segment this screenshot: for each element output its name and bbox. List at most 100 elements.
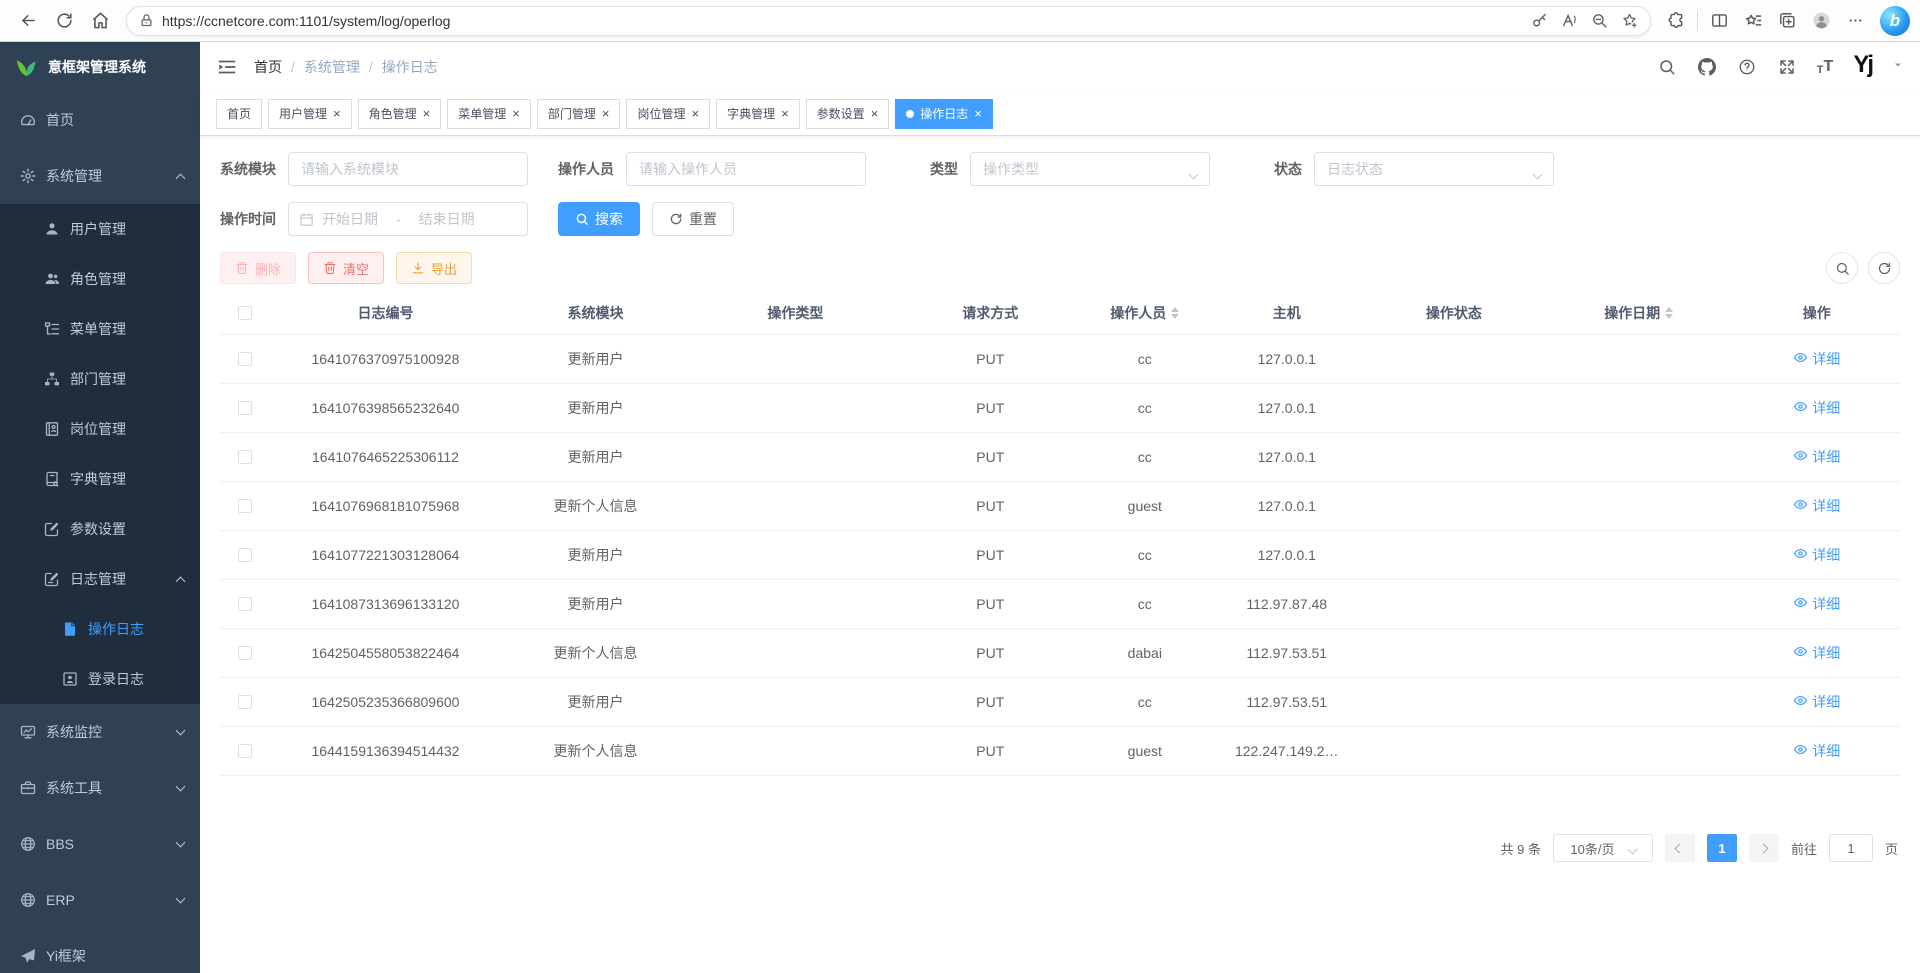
reset-button[interactable]: 重置 [652, 202, 734, 236]
tab-dict-mgmt[interactable]: 字典管理× [716, 99, 800, 129]
sidebar-item-role-mgmt[interactable]: 角色管理 [0, 254, 200, 304]
read-aloud-icon[interactable] [1554, 8, 1584, 34]
app-logo[interactable]: 意框架管理系统 [0, 42, 200, 92]
detail-link[interactable]: 详细 [1793, 741, 1840, 761]
row-checkbox[interactable] [238, 646, 252, 660]
show-search-button[interactable] [1826, 252, 1858, 284]
search-button[interactable]: 搜索 [558, 202, 640, 236]
goto-page-input[interactable] [1829, 834, 1873, 862]
tab-post-mgmt[interactable]: 岗位管理× [626, 99, 710, 129]
detail-link[interactable]: 详细 [1793, 643, 1840, 663]
collections-icon[interactable] [1770, 4, 1804, 38]
row-checkbox[interactable] [238, 744, 252, 758]
refresh-icon[interactable] [46, 4, 82, 38]
sidebar-item-home[interactable]: 首页 [0, 92, 200, 148]
fullscreen-icon[interactable] [1777, 57, 1797, 77]
clear-button[interactable]: 清空 [308, 252, 384, 284]
back-icon[interactable] [10, 4, 46, 38]
next-page-button[interactable] [1749, 834, 1779, 862]
font-size-icon[interactable]: TT [1817, 58, 1834, 76]
split-screen-icon[interactable] [1702, 4, 1736, 38]
tab-menu-mgmt[interactable]: 菜单管理× [447, 99, 531, 129]
address-bar[interactable]: https://ccnetcore.com:1101/system/log/op… [126, 6, 1651, 36]
row-checkbox[interactable] [238, 548, 252, 562]
close-icon[interactable]: × [423, 107, 431, 120]
column-label: 操作状态 [1426, 303, 1482, 323]
column-header-operator[interactable]: 操作人员 [1080, 292, 1209, 334]
bing-chat-icon[interactable]: b [1880, 6, 1910, 36]
detail-link[interactable]: 详细 [1793, 349, 1840, 369]
export-button[interactable]: 导出 [396, 252, 472, 284]
sidebar-item-user-mgmt[interactable]: 用户管理 [0, 204, 200, 254]
detail-link[interactable]: 详细 [1793, 692, 1840, 712]
detail-link[interactable]: 详细 [1793, 545, 1840, 565]
close-icon[interactable]: × [871, 107, 879, 120]
sort-carets-icon[interactable] [1171, 307, 1179, 319]
row-checkbox[interactable] [238, 450, 252, 464]
sidebar-item-login-log[interactable]: 登录日志 [0, 654, 200, 704]
zoom-out-icon[interactable] [1584, 8, 1614, 34]
github-icon[interactable] [1697, 57, 1717, 77]
sidebar-item-system-mgmt[interactable]: 系统管理 [0, 148, 200, 204]
detail-link[interactable]: 详细 [1793, 594, 1840, 614]
row-checkbox[interactable] [238, 499, 252, 513]
home-icon[interactable] [82, 4, 118, 38]
sidebar-item-dict-mgmt[interactable]: 字典管理 [0, 454, 200, 504]
tab-role-mgmt[interactable]: 角色管理× [358, 99, 442, 129]
sidebar-item-log-mgmt[interactable]: 日志管理 [0, 554, 200, 604]
avatar-caret-icon[interactable] [1892, 58, 1904, 76]
tab-oper-log[interactable]: 操作日志× [895, 99, 993, 129]
sidebar-item-param-config[interactable]: 参数设置 [0, 504, 200, 554]
sidebar-item-system-tools[interactable]: 系统工具 [0, 760, 200, 816]
tab-user-mgmt[interactable]: 用户管理× [268, 99, 352, 129]
more-options-icon[interactable] [1838, 4, 1872, 38]
status-select[interactable]: 日志状态 [1314, 152, 1554, 186]
select-all-checkbox[interactable] [238, 306, 252, 320]
detail-link[interactable]: 详细 [1793, 496, 1840, 516]
page-size-select[interactable]: 10条/页 [1553, 834, 1653, 862]
row-checkbox[interactable] [238, 695, 252, 709]
sidebar-item-bbs[interactable]: BBS [0, 816, 200, 872]
row-checkbox[interactable] [238, 401, 252, 415]
prev-page-button[interactable] [1665, 834, 1695, 862]
search-icon[interactable] [1657, 57, 1677, 77]
close-icon[interactable]: × [974, 107, 982, 120]
sidebar-item-oper-log[interactable]: 操作日志 [0, 604, 200, 654]
sidebar-item-erp[interactable]: ERP [0, 872, 200, 928]
tab-home[interactable]: 首页 [216, 99, 262, 129]
breadcrumb-home[interactable]: 首页 [254, 57, 282, 77]
user-avatar[interactable]: Yj [1853, 53, 1872, 81]
tab-param-config[interactable]: 参数设置× [806, 99, 890, 129]
profile-avatar-icon[interactable] [1804, 4, 1838, 38]
sidebar-item-system-monitor[interactable]: 系统监控 [0, 704, 200, 760]
sidebar-collapse-icon[interactable] [216, 56, 238, 78]
close-icon[interactable]: × [781, 107, 789, 120]
column-header-date[interactable]: 操作日期 [1544, 292, 1734, 334]
sort-carets-icon[interactable] [1665, 307, 1673, 319]
date-range-picker[interactable]: 开始日期 - 结束日期 [288, 202, 528, 236]
close-icon[interactable]: × [691, 107, 699, 120]
tab-dept-mgmt[interactable]: 部门管理× [537, 99, 621, 129]
row-checkbox[interactable] [238, 352, 252, 366]
row-checkbox[interactable] [238, 597, 252, 611]
close-icon[interactable]: × [333, 107, 341, 120]
favorites-bar-icon[interactable] [1736, 4, 1770, 38]
module-input[interactable] [288, 152, 528, 186]
operator-input[interactable] [626, 152, 866, 186]
close-icon[interactable]: × [602, 107, 610, 120]
page-1-button[interactable]: 1 [1707, 834, 1737, 862]
refresh-table-button[interactable] [1868, 252, 1900, 284]
type-select[interactable]: 操作类型 [970, 152, 1210, 186]
detail-link[interactable]: 详细 [1793, 447, 1840, 467]
help-icon[interactable] [1737, 57, 1757, 77]
close-icon[interactable]: × [512, 107, 520, 120]
extensions-icon[interactable] [1659, 4, 1693, 38]
detail-link[interactable]: 详细 [1793, 398, 1840, 418]
sidebar-item-dept-mgmt[interactable]: 部门管理 [0, 354, 200, 404]
delete-button[interactable]: 删除 [220, 252, 296, 284]
sidebar-item-yi-framework[interactable]: Yi框架 [0, 928, 200, 973]
key-icon[interactable] [1524, 8, 1554, 34]
sidebar-item-menu-mgmt[interactable]: 菜单管理 [0, 304, 200, 354]
add-favorite-icon[interactable] [1614, 8, 1644, 34]
sidebar-item-post-mgmt[interactable]: 岗位管理 [0, 404, 200, 454]
